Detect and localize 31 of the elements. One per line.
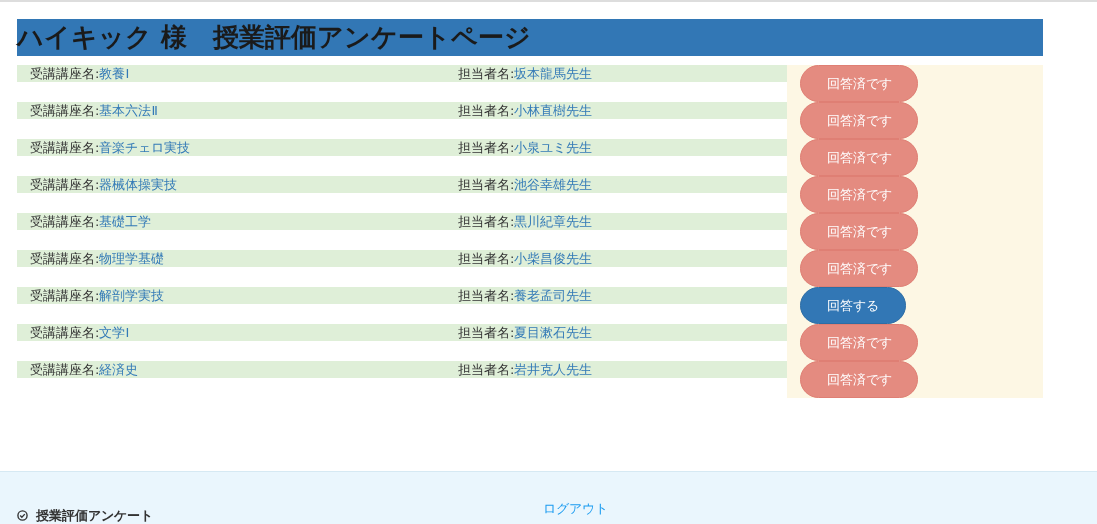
- course-name: 受講講座名:教養Ⅰ: [29, 65, 131, 82]
- answered-button[interactable]: 回答済です: [800, 250, 918, 287]
- logout-link[interactable]: ログアウト: [543, 499, 608, 519]
- teacher-name: 担当者名:小柴昌俊先生: [458, 250, 593, 267]
- answered-button[interactable]: 回答済です: [800, 139, 918, 176]
- course-name: 受講講座名:解剖学実技: [29, 287, 166, 304]
- course-name: 受講講座名:文学Ⅰ: [29, 324, 131, 341]
- course-name: 受講講座名:経済史: [29, 361, 140, 378]
- answered-button[interactable]: 回答済です: [800, 324, 918, 361]
- teacher-name: 担当者名:小林直樹先生: [458, 102, 593, 119]
- course-name: 受講講座名:基本六法Ⅱ: [29, 102, 159, 119]
- teacher-name: 担当者名:岩井克人先生: [458, 361, 593, 378]
- nav-item[interactable]: 授業評価アンケート: [36, 508, 153, 523]
- answered-button[interactable]: 回答済です: [800, 213, 918, 250]
- check-circle-icon: [17, 510, 28, 521]
- teacher-name: 担当者名:黒川紀章先生: [458, 213, 593, 230]
- teacher-name: 担当者名:池谷幸雄先生: [458, 176, 593, 193]
- course-name: 受講講座名:器械体操実技: [29, 176, 179, 193]
- answer-button[interactable]: 回答する: [800, 287, 906, 324]
- teacher-name: 担当者名:養老孟司先生: [458, 287, 593, 304]
- answered-button[interactable]: 回答済です: [800, 65, 918, 102]
- course-name: 受講講座名:物理学基礎: [29, 250, 166, 267]
- page-title: ハイキック 様 授業評価アンケートページ: [17, 19, 1043, 56]
- teacher-name: 担当者名:夏目漱石先生: [458, 324, 593, 341]
- teacher-name: 担当者名:小泉ユミ先生: [458, 139, 593, 156]
- course-name: 受講講座名:基礎工学: [29, 213, 153, 230]
- answered-button[interactable]: 回答済です: [800, 361, 918, 398]
- course-name: 受講講座名:音楽チェロ実技: [29, 139, 192, 156]
- answered-button[interactable]: 回答済です: [800, 176, 918, 213]
- teacher-name: 担当者名:坂本龍馬先生: [458, 65, 593, 82]
- answered-button[interactable]: 回答済です: [800, 102, 918, 139]
